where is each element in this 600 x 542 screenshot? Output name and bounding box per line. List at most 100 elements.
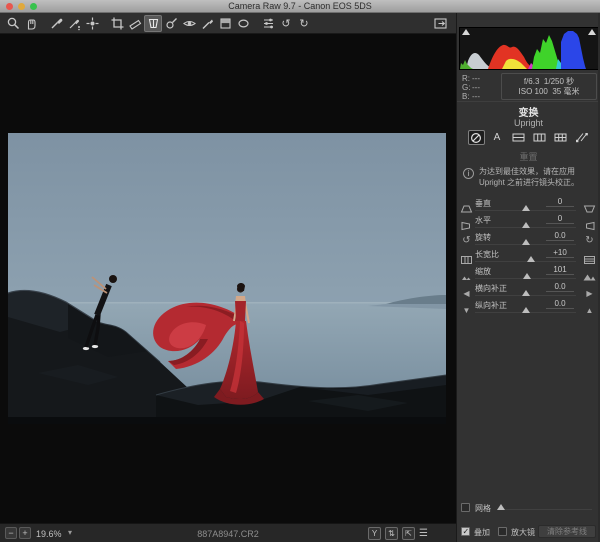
rgb-readout: R:--- G:--- B:--- (462, 74, 480, 101)
slider-track[interactable] (475, 210, 576, 211)
scale-down-icon (460, 272, 473, 282)
slider-thumb[interactable] (522, 205, 530, 211)
upright-mode-buttons: A (457, 130, 600, 145)
crop-tool-icon[interactable] (108, 15, 126, 32)
upright-auto-button[interactable]: A (489, 130, 506, 145)
perspective-horizontal-minus-icon (460, 221, 473, 231)
slider-value[interactable]: 0.0 (546, 282, 574, 292)
aspect-wide-icon (583, 255, 596, 265)
camera-raw-window: Camera Raw 9.7 - Canon EOS 5DS (0, 0, 600, 542)
rotate-left-icon[interactable]: ↺ (277, 15, 295, 32)
grid-row: 网格 (461, 502, 594, 516)
transform-tool-icon[interactable] (144, 15, 162, 32)
aspect-narrow-icon (460, 255, 473, 265)
info-icon: i (463, 168, 474, 179)
arrow-right-icon: ▶ (583, 289, 596, 299)
swap-before-after-button[interactable]: ⇅ (385, 527, 398, 540)
upright-info: i 为达到最佳效果，请在应用 Upright 之前进行镜头校正。 (463, 166, 595, 188)
toolbar: ↺ ↻ (0, 13, 456, 34)
panel-footer: 叠加 放大镜 清除参考线 (461, 526, 596, 542)
grid-label: 网格 (475, 503, 491, 514)
slider-track[interactable] (475, 295, 576, 296)
arrow-left-icon: ◀ (460, 289, 473, 299)
shadow-clipping-indicator[interactable] (462, 29, 470, 35)
slider-vertical: 垂直 0 (461, 198, 596, 215)
transform-panel-title: 变换 (457, 104, 600, 119)
histogram-plot (460, 28, 598, 69)
toggle-fullscreen-icon[interactable] (432, 15, 450, 32)
arrow-up-icon: ▲ (583, 306, 596, 316)
upright-level-button[interactable] (510, 130, 527, 145)
photo-preview[interactable] (8, 133, 446, 424)
color-sampler-tool-icon[interactable] (65, 15, 83, 32)
titlebar: Camera Raw 9.7 - Canon EOS 5DS (0, 0, 600, 13)
upright-off-button[interactable] (468, 130, 485, 145)
slider-track[interactable] (475, 312, 576, 313)
upright-label: Upright (457, 118, 600, 128)
slider-thumb[interactable] (522, 222, 530, 228)
loupe-label: 放大镜 (511, 527, 535, 538)
graduated-filter-tool-icon[interactable] (216, 15, 234, 32)
slider-value[interactable]: +10 (546, 248, 574, 258)
clear-guides-button[interactable]: 清除参考线 (538, 525, 596, 538)
perspective-vertical-plus-icon (583, 204, 596, 214)
exif-info: f/6.3 1/250 秒 ISO 100 35 毫米 (501, 73, 597, 100)
slider-value[interactable]: 101 (546, 265, 574, 275)
slider-thumb[interactable] (522, 239, 530, 245)
white-balance-tool-icon[interactable] (47, 15, 65, 32)
grid-checkbox[interactable] (461, 503, 470, 512)
preview-menu-icon[interactable]: ☰ (419, 527, 428, 540)
preview-controls: Y ⇅ ⇱ ☰ (368, 527, 428, 540)
rotate-right-icon[interactable]: ↻ (295, 15, 313, 32)
slider-value[interactable]: 0.0 (546, 299, 574, 309)
slider-value[interactable]: 0 (546, 214, 574, 224)
scale-up-icon (583, 272, 596, 282)
slider-track[interactable] (475, 227, 576, 228)
overlay-label: 叠加 (474, 527, 490, 538)
radial-filter-tool-icon[interactable] (234, 15, 252, 32)
right-panel: R:--- G:--- B:--- f/6.3 1/250 秒 ISO 100 … (456, 13, 600, 542)
histogram[interactable] (459, 27, 599, 70)
upright-reset-label: 重置 (457, 150, 600, 163)
upright-vertical-button[interactable] (531, 130, 548, 145)
arrow-down-icon: ▼ (460, 306, 473, 316)
adjustment-brush-tool-icon[interactable] (198, 15, 216, 32)
slider-thumb[interactable] (522, 290, 530, 296)
upright-guided-button[interactable] (573, 130, 590, 145)
slider-track[interactable] (475, 261, 576, 262)
slider-scale: 缩放 101 (461, 266, 596, 283)
targeted-adjustment-tool-icon[interactable] (83, 15, 101, 32)
cycle-preview-button[interactable]: Y (368, 527, 381, 540)
loupe-checkbox[interactable] (498, 527, 507, 536)
slider-value[interactable]: 0 (546, 197, 574, 207)
slider-x-offset: ◀ 横向补正 0.0 ▶ (461, 283, 596, 300)
image-canvas[interactable] (0, 34, 456, 523)
upright-full-button[interactable] (552, 130, 569, 145)
slider-thumb[interactable] (527, 256, 535, 262)
preferences-icon[interactable] (259, 15, 277, 32)
grid-slider-thumb[interactable] (497, 504, 505, 510)
perspective-vertical-minus-icon (460, 204, 473, 214)
slider-track[interactable] (475, 278, 576, 279)
slider-track[interactable] (475, 244, 576, 245)
rotate-cw-icon: ↻ (583, 236, 596, 246)
spot-removal-tool-icon[interactable] (162, 15, 180, 32)
slider-horizontal: 水平 0 (461, 215, 596, 232)
overlay-checkbox[interactable] (461, 527, 470, 536)
bottom-bar: − + 19.6% ▾ 887A8947.CR2 Y ⇅ ⇱ ☰ (0, 523, 456, 542)
hand-tool-icon[interactable] (22, 15, 40, 32)
slider-value[interactable]: 0.0 (546, 231, 574, 241)
zoom-tool-icon[interactable] (4, 15, 22, 32)
slider-rotate: ↺ 旋转 0.0 ↻ (461, 232, 596, 249)
slider-thumb[interactable] (522, 307, 530, 313)
straighten-tool-icon[interactable] (126, 15, 144, 32)
grid-size-slider[interactable] (497, 509, 592, 510)
window-title: Camera Raw 9.7 - Canon EOS 5DS (0, 1, 600, 11)
perspective-horizontal-plus-icon (583, 221, 596, 231)
slider-aspect: 长宽比 +10 (461, 249, 596, 266)
highlight-clipping-indicator[interactable] (588, 29, 596, 35)
rotate-ccw-icon: ↺ (460, 236, 473, 246)
red-eye-tool-icon[interactable] (180, 15, 198, 32)
slider-thumb[interactable] (523, 273, 531, 279)
copy-settings-button[interactable]: ⇱ (402, 527, 415, 540)
